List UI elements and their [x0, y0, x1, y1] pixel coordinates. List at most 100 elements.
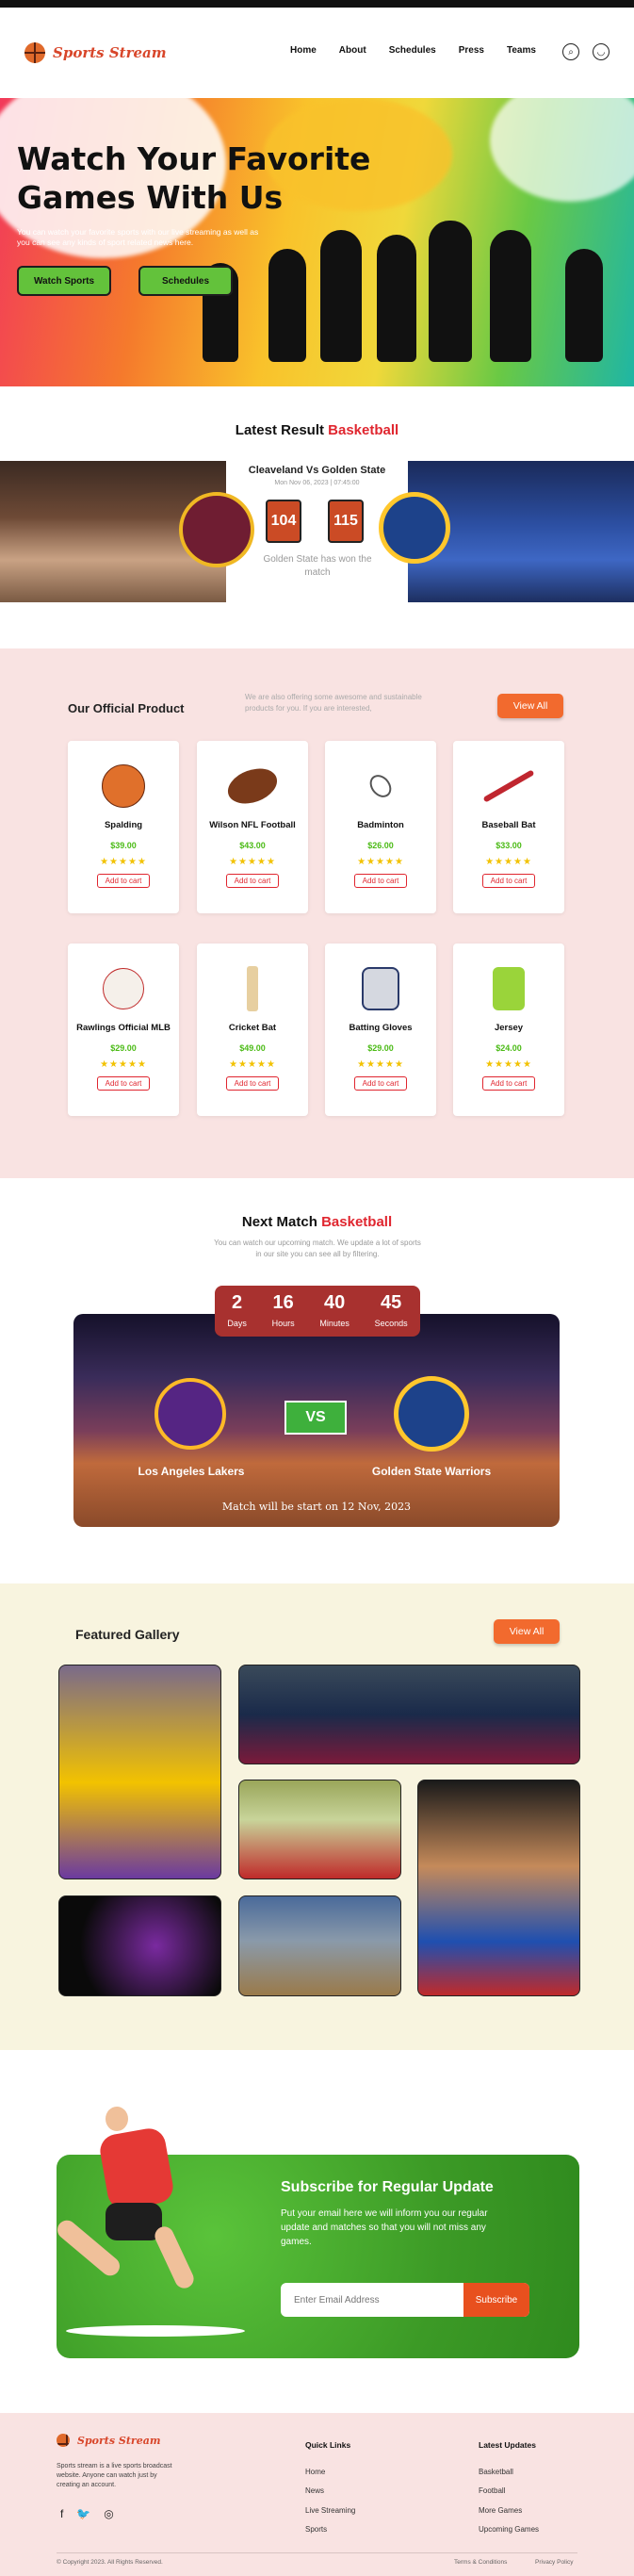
- product-image: [352, 762, 409, 811]
- schedules-button[interactable]: Schedules: [138, 266, 233, 296]
- search-icon[interactable]: ⌕: [562, 43, 579, 60]
- runner-shirt: [97, 2125, 176, 2212]
- add-to-cart-button[interactable]: Add to cart: [353, 874, 408, 888]
- countdown-minutes: 40 Minutes: [319, 1292, 350, 1331]
- add-to-cart-button[interactable]: Add to cart: [481, 874, 536, 888]
- quick-links: Quick Links Home News Live Streaming Spo…: [305, 2436, 355, 2540]
- seconds-label: Seconds: [374, 1318, 408, 1328]
- logo[interactable]: Sports Stream: [24, 42, 167, 63]
- product-name: Jersey: [494, 1023, 524, 1033]
- footer-link-news[interactable]: News: [305, 2482, 355, 2502]
- latest-result-title: Latest Result Basketball: [0, 422, 634, 438]
- warriors-logo: [394, 1376, 469, 1452]
- product-price: $49.00: [239, 1043, 266, 1053]
- email-field[interactable]: [281, 2283, 460, 2317]
- add-to-cart-button[interactable]: Add to cart: [481, 1076, 536, 1091]
- player-silhouette: [490, 230, 531, 362]
- product-card[interactable]: Spalding $39.00 ★★★★★ Add to cart: [68, 741, 179, 913]
- title-sport: Basketball: [328, 422, 399, 438]
- nav-about[interactable]: About: [339, 45, 366, 56]
- gallery-image-football-team[interactable]: [238, 1665, 580, 1764]
- footer-update-basketball[interactable]: Basketball: [479, 2463, 539, 2483]
- terms-link[interactable]: Terms & Conditions: [454, 2559, 507, 2566]
- title-word: Next Match: [241, 1214, 317, 1230]
- product-price: $29.00: [367, 1043, 394, 1053]
- basketball-logo-icon: [57, 2434, 70, 2447]
- rating-stars: ★★★★★: [357, 1059, 404, 1070]
- minutes-value: 40: [323, 1291, 346, 1313]
- product-price: $24.00: [496, 1043, 522, 1053]
- footer-update-more-games[interactable]: More Games: [479, 2502, 539, 2521]
- products-section: Our Official Product We are also offerin…: [0, 648, 634, 1178]
- gallery-view-all-button[interactable]: View All: [494, 1619, 560, 1644]
- footer-logo[interactable]: Sports Stream: [57, 2434, 160, 2447]
- title-sport: Basketball: [321, 1214, 393, 1230]
- nav-teams[interactable]: Teams: [507, 45, 536, 56]
- rating-stars: ★★★★★: [229, 1059, 276, 1070]
- privacy-link[interactable]: Privacy Policy: [535, 2559, 573, 2566]
- product-card[interactable]: Wilson NFL Football $43.00 ★★★★★ Add to car…: [197, 741, 308, 913]
- product-card[interactable]: Jersey $24.00 ★★★★★ Add to cart: [453, 943, 564, 1116]
- nav-home[interactable]: Home: [290, 45, 317, 56]
- add-to-cart-button[interactable]: Add to cart: [225, 1076, 280, 1091]
- gallery-image-baseball[interactable]: [238, 1895, 401, 1996]
- products-title: Our Official Product: [68, 701, 185, 715]
- brand-name: Sports Stream: [53, 44, 167, 61]
- footer-link-sports[interactable]: Sports: [305, 2520, 355, 2540]
- product-card[interactable]: Batting Gloves $29.00 ★★★★★ Add to cart: [325, 943, 436, 1116]
- facebook-icon[interactable]: f: [60, 2507, 63, 2520]
- add-to-cart-button[interactable]: Add to cart: [353, 1076, 408, 1091]
- latest-updates: Latest Updates Basketball Football More …: [479, 2436, 539, 2540]
- product-price: $39.00: [110, 841, 137, 850]
- footer-divider: [57, 2552, 577, 2553]
- player-silhouette: [565, 249, 603, 362]
- instagram-icon[interactable]: ◎: [104, 2507, 113, 2520]
- gallery-image-boxer[interactable]: [417, 1780, 580, 1996]
- footer-update-football[interactable]: Football: [479, 2482, 539, 2502]
- add-to-cart-button[interactable]: Add to cart: [225, 874, 280, 888]
- minutes-label: Minutes: [319, 1318, 350, 1328]
- hero-title: Watch Your Favorite Games With Us: [17, 140, 371, 216]
- team-b-name: Golden State Warriors: [371, 1465, 492, 1478]
- gallery-image-basketball-player[interactable]: [58, 1665, 221, 1879]
- next-match-title: Next Match Basketball: [0, 1214, 634, 1230]
- product-name: Spalding: [104, 820, 143, 830]
- player-silhouette: [268, 249, 306, 362]
- product-card[interactable]: Baseball Bat $33.00 ★★★★★ Add to cart: [453, 741, 564, 913]
- product-name: Wilson NFL Football: [209, 820, 296, 830]
- hero-text: You can watch your favorite sports with …: [17, 227, 259, 247]
- cart-icon[interactable]: ◡: [593, 43, 610, 60]
- twitter-icon[interactable]: 🐦: [76, 2507, 90, 2520]
- brand-name: Sports Stream: [77, 2434, 161, 2447]
- product-card[interactable]: Cricket Bat $49.00 ★★★★★ Add to cart: [197, 943, 308, 1116]
- add-to-cart-button[interactable]: Add to cart: [96, 1076, 151, 1091]
- product-card[interactable]: Badminton $26.00 ★★★★★ Add to cart: [325, 741, 436, 913]
- header-icons: ⌕ ◡: [562, 43, 610, 60]
- footer-update-upcoming-games[interactable]: Upcoming Games: [479, 2520, 539, 2540]
- products-view-all-button[interactable]: View All: [497, 694, 563, 718]
- gallery-image-tennis[interactable]: [58, 1895, 221, 1996]
- team-a-name: Los Angeles Lakers: [138, 1465, 245, 1478]
- product-card[interactable]: Rawlings Official MLB $29.00 ★★★★★ Add to c…: [68, 943, 179, 1116]
- footer-link-home[interactable]: Home: [305, 2463, 355, 2483]
- add-to-cart-button[interactable]: Add to cart: [96, 874, 151, 888]
- nav-press[interactable]: Press: [459, 45, 484, 56]
- gallery-image-american-football[interactable]: [238, 1780, 401, 1879]
- nav-schedules[interactable]: Schedules: [389, 45, 436, 56]
- page: Sports Stream Home About Schedules Press…: [0, 0, 634, 2576]
- quick-links-title: Quick Links: [305, 2440, 351, 2450]
- watch-sports-button[interactable]: Watch Sports: [17, 266, 111, 296]
- basketball-logo-icon: [24, 42, 45, 63]
- latest-updates-title: Latest Updates: [479, 2440, 536, 2450]
- copyright-text: Copyright 2023. All Rights Reserved.: [62, 2559, 163, 2566]
- countdown-seconds: 45 Seconds: [375, 1292, 408, 1331]
- footer-link-live-streaming[interactable]: Live Streaming: [305, 2502, 355, 2521]
- copyright: © Copyright 2023. All Rights Reserved.: [57, 2559, 163, 2566]
- product-image: [480, 964, 537, 1013]
- top-bar: [0, 0, 634, 8]
- gallery-title: Featured Gallery: [75, 1627, 180, 1642]
- product-image: [95, 964, 152, 1013]
- email-field-wrapper: Subscribe: [281, 2283, 529, 2317]
- subscribe-button[interactable]: Subscribe: [463, 2283, 529, 2317]
- product-image: [224, 964, 281, 1013]
